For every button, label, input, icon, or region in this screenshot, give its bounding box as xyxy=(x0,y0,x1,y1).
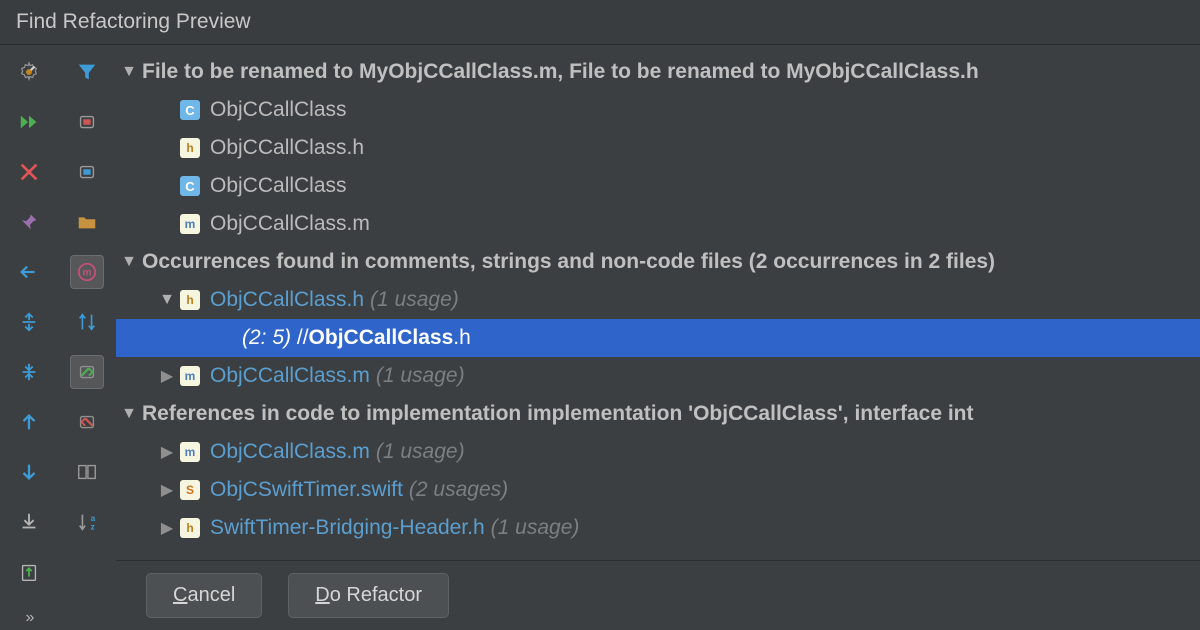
cancel-button[interactable]: Cancel xyxy=(146,573,262,618)
content-area: » m az xyxy=(0,45,1200,629)
svg-text:z: z xyxy=(91,522,95,531)
tree-file[interactable]: ObjCCallClass.m (1 usage) xyxy=(116,433,1200,471)
group-by-package-icon[interactable] xyxy=(70,155,104,189)
header-file-icon xyxy=(180,290,200,310)
toolbar-right: m az xyxy=(58,45,116,629)
results-tree: File to be renamed to MyObjCCallClass.m,… xyxy=(116,45,1200,629)
filter-icon[interactable] xyxy=(70,55,104,89)
rerun-icon[interactable] xyxy=(12,105,46,139)
tree-usage-selected[interactable]: (2: 5) // ObjCCallClass .h xyxy=(116,319,1200,357)
do-refactor-button[interactable]: Do Refactor xyxy=(288,573,449,618)
cancel-icon[interactable] xyxy=(12,155,46,189)
group-by-module-icon[interactable]: m xyxy=(70,255,104,289)
sort-alpha-icon[interactable]: az xyxy=(70,505,104,539)
section-references[interactable]: References in code to implementation imp… xyxy=(116,395,1200,433)
section-occurrences[interactable]: Occurrences found in comments, strings a… xyxy=(116,243,1200,281)
arrow-up-icon[interactable] xyxy=(12,405,46,439)
header-file-icon xyxy=(180,138,200,158)
more-icon[interactable]: » xyxy=(26,609,33,627)
folder-icon[interactable] xyxy=(70,205,104,239)
prev-occurrence-icon[interactable] xyxy=(12,255,46,289)
expand-arrow-icon[interactable] xyxy=(116,253,142,271)
expand-arrow-icon[interactable] xyxy=(116,63,142,81)
preview-panel-icon[interactable] xyxy=(70,455,104,489)
tree-file[interactable]: ObjCSwiftTimer.swift (2 usages) xyxy=(116,471,1200,509)
header-file-icon xyxy=(180,518,200,538)
impl-file-icon xyxy=(180,442,200,462)
tree-item[interactable]: C ObjCCallClass xyxy=(116,167,1200,205)
tree-file[interactable]: ObjCCallClass.h (1 usage) xyxy=(116,281,1200,319)
tree-item[interactable]: ObjCCallClass.h xyxy=(116,129,1200,167)
class-icon: C xyxy=(180,100,200,120)
open-file-icon[interactable] xyxy=(12,555,46,589)
expand-all-icon[interactable] xyxy=(12,305,46,339)
sort-icon[interactable] xyxy=(70,305,104,339)
window-title: Find Refactoring Preview xyxy=(0,0,1200,45)
svg-text:m: m xyxy=(83,268,92,279)
button-bar: Cancel Do Refactor xyxy=(116,560,1200,630)
export-icon[interactable] xyxy=(12,505,46,539)
tree-item[interactable]: ObjCCallClass.m xyxy=(116,205,1200,243)
show-write-icon[interactable] xyxy=(70,405,104,439)
collapse-all-icon[interactable] xyxy=(12,355,46,389)
impl-file-icon xyxy=(180,214,200,234)
collapse-arrow-icon[interactable] xyxy=(154,366,180,386)
toolbar-left: » xyxy=(0,45,58,629)
group-by-file-icon[interactable] xyxy=(70,105,104,139)
pin-icon[interactable] xyxy=(12,205,46,239)
swift-file-icon xyxy=(180,480,200,500)
tree-file[interactable]: SwiftTimer-Bridging-Header.h (1 usage) xyxy=(116,509,1200,547)
tree-item[interactable]: C ObjCCallClass xyxy=(116,91,1200,129)
expand-arrow-icon[interactable] xyxy=(154,291,180,309)
arrow-down-icon[interactable] xyxy=(12,455,46,489)
collapse-arrow-icon[interactable] xyxy=(154,518,180,538)
tree-file[interactable]: ObjCCallClass.m (1 usage) xyxy=(116,357,1200,395)
expand-arrow-icon[interactable] xyxy=(116,405,142,423)
settings-icon[interactable] xyxy=(12,55,46,89)
section-rename[interactable]: File to be renamed to MyObjCCallClass.m,… xyxy=(116,53,1200,91)
collapse-arrow-icon[interactable] xyxy=(154,480,180,500)
collapse-arrow-icon[interactable] xyxy=(154,442,180,462)
class-icon: C xyxy=(180,176,200,196)
show-read-icon[interactable] xyxy=(70,355,104,389)
impl-file-icon xyxy=(180,366,200,386)
